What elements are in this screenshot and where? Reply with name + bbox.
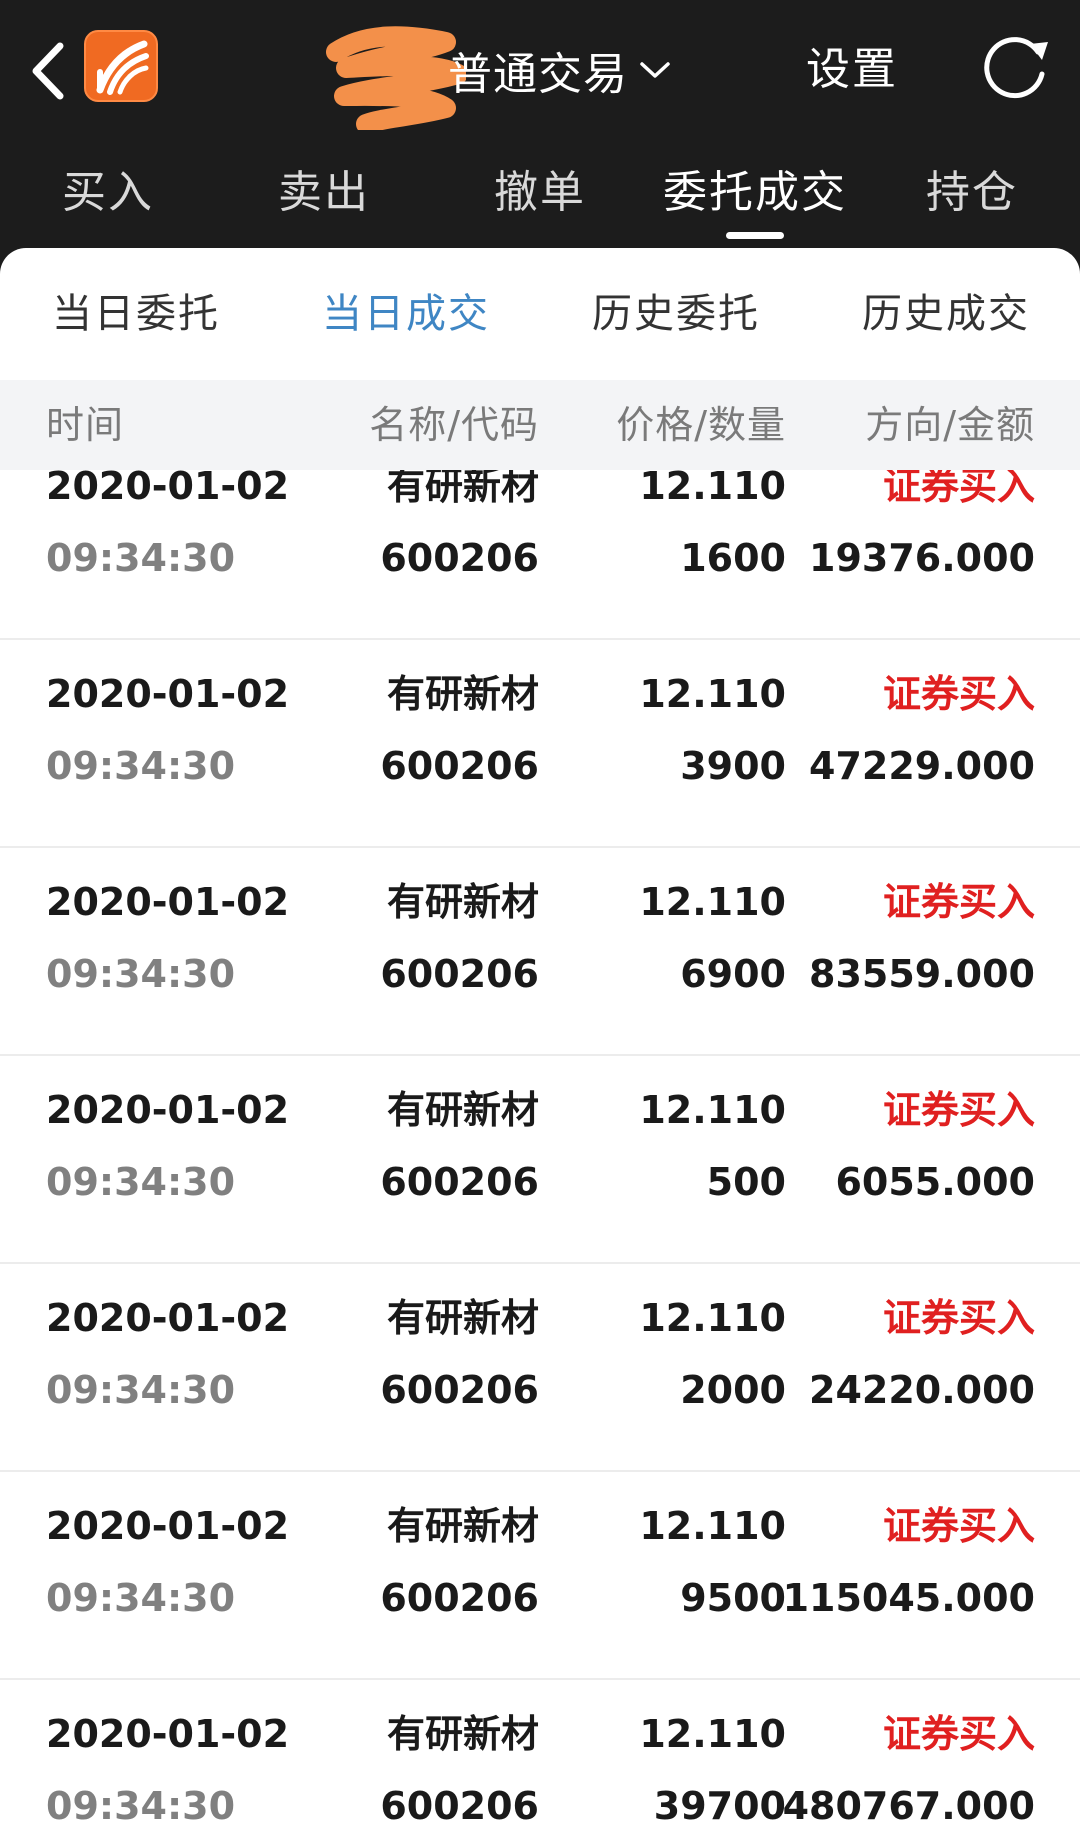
trade-price: 12.110 bbox=[639, 1712, 786, 1756]
tab-sell[interactable]: 卖出 bbox=[224, 150, 424, 236]
trade-amount: 24220.000 bbox=[809, 1368, 1035, 1412]
top-bar: 普通交易 设置 bbox=[0, 0, 1080, 140]
trade-direction: 证券买入 bbox=[882, 1712, 1035, 1756]
trade-quantity: 1600 bbox=[680, 536, 786, 580]
trade-direction: 证券买入 bbox=[882, 1088, 1035, 1132]
subtab-history-orders[interactable]: 历史委托 bbox=[592, 248, 760, 380]
trade-direction: 证券买入 bbox=[882, 470, 1035, 508]
column-header-name-code: 名称/代码 bbox=[369, 403, 539, 447]
stock-name: 有研新材 bbox=[386, 1504, 539, 1548]
stock-code: 600206 bbox=[380, 952, 539, 996]
stock-code: 600206 bbox=[380, 1784, 539, 1828]
trade-list[interactable]: 2020-01-02 09:34:30 有研新材 600206 12.110 1600 证券… bbox=[0, 470, 1080, 1847]
page-title: 普通交易 bbox=[448, 49, 628, 100]
stock-code: 600206 bbox=[380, 536, 539, 580]
trade-direction: 证券买入 bbox=[882, 1504, 1035, 1548]
trade-time: 09:34:30 bbox=[46, 1576, 236, 1620]
stock-name: 有研新材 bbox=[386, 1712, 539, 1756]
trade-amount: 480767.000 bbox=[782, 1784, 1035, 1828]
table-row[interactable]: 2020-01-02 09:34:30 有研新材 600206 12.110 2000 证券… bbox=[0, 1264, 1080, 1472]
trade-time: 09:34:30 bbox=[46, 744, 236, 788]
stock-code: 600206 bbox=[380, 744, 539, 788]
stock-name: 有研新材 bbox=[386, 1296, 539, 1340]
stock-name: 有研新材 bbox=[386, 880, 539, 924]
table-header: 时间 名称/代码 价格/数量 方向/金额 bbox=[0, 380, 1080, 470]
trade-direction: 证券买入 bbox=[882, 880, 1035, 924]
refresh-icon[interactable] bbox=[978, 30, 1052, 104]
tab-buy[interactable]: 买入 bbox=[8, 150, 208, 236]
trade-time: 09:34:30 bbox=[46, 1784, 236, 1828]
trade-direction: 证券买入 bbox=[882, 672, 1035, 716]
trade-list-inner: 2020-01-02 09:34:30 有研新材 600206 12.110 1600 证券… bbox=[0, 470, 1080, 1847]
table-row[interactable]: 2020-01-02 09:34:30 有研新材 600206 12.110 3900 证券… bbox=[0, 640, 1080, 848]
tab-cancel-order[interactable]: 撤单 bbox=[440, 150, 640, 236]
stock-code: 600206 bbox=[380, 1368, 539, 1412]
table-row[interactable]: 2020-01-02 09:34:30 有研新材 600206 12.110 500 证券买… bbox=[0, 1056, 1080, 1264]
trade-quantity: 3900 bbox=[680, 744, 786, 788]
column-header-price-qty: 价格/数量 bbox=[616, 403, 786, 447]
trade-quantity: 39700 bbox=[653, 1784, 786, 1828]
chevron-down-icon bbox=[640, 62, 670, 78]
trade-amount: 115045.000 bbox=[782, 1576, 1035, 1620]
main-tabs: 买入 卖出 撤单 委托成交 持仓 bbox=[0, 150, 1080, 240]
sub-tabs: 当日委托 当日成交 历史委托 历史成交 bbox=[0, 248, 1080, 380]
trade-date: 2020-01-02 bbox=[46, 880, 290, 924]
trade-date: 2020-01-02 bbox=[46, 1712, 290, 1756]
trade-amount: 6055.000 bbox=[835, 1160, 1035, 1204]
trade-date: 2020-01-02 bbox=[46, 672, 290, 716]
trade-price: 12.110 bbox=[639, 1504, 786, 1548]
table-row[interactable]: 2020-01-02 09:34:30 有研新材 600206 12.110 39700 证… bbox=[0, 1680, 1080, 1847]
trade-quantity: 2000 bbox=[680, 1368, 786, 1412]
trade-date: 2020-01-02 bbox=[46, 470, 290, 508]
trade-time: 09:34:30 bbox=[46, 536, 236, 580]
trade-quantity: 9500 bbox=[680, 1576, 786, 1620]
trade-price: 12.110 bbox=[639, 880, 786, 924]
stock-code: 600206 bbox=[380, 1576, 539, 1620]
trade-amount: 83559.000 bbox=[809, 952, 1035, 996]
stock-name: 有研新材 bbox=[386, 672, 539, 716]
column-header-time: 时间 bbox=[46, 403, 125, 447]
trade-price: 12.110 bbox=[639, 672, 786, 716]
table-row[interactable]: 2020-01-02 09:34:30 有研新材 600206 12.110 9500 证券… bbox=[0, 1472, 1080, 1680]
active-tab-indicator bbox=[726, 232, 784, 239]
trade-quantity: 6900 bbox=[680, 952, 786, 996]
table-row[interactable]: 2020-01-02 09:34:30 有研新材 600206 12.110 6900 证券… bbox=[0, 848, 1080, 1056]
tab-orders-trades[interactable]: 委托成交 bbox=[655, 150, 855, 236]
trade-price: 12.110 bbox=[639, 470, 786, 508]
trade-direction: 证券买入 bbox=[882, 1296, 1035, 1340]
subtab-today-trades[interactable]: 当日成交 bbox=[322, 248, 490, 380]
trade-price: 12.110 bbox=[639, 1296, 786, 1340]
trade-time: 09:34:30 bbox=[46, 1160, 236, 1204]
redacted-account-scribble bbox=[326, 26, 466, 130]
settings-button[interactable]: 设置 bbox=[806, 38, 898, 102]
trade-time: 09:34:30 bbox=[46, 1368, 236, 1412]
account-type-selector[interactable]: 普通交易 bbox=[448, 38, 672, 102]
content-panel: 当日委托 当日成交 历史委托 历史成交 时间 名称/代码 价格/数量 方向/金额… bbox=[0, 248, 1080, 1847]
trade-amount: 47229.000 bbox=[809, 744, 1035, 788]
stock-name: 有研新材 bbox=[386, 1088, 539, 1132]
trade-date: 2020-01-02 bbox=[46, 1504, 290, 1548]
stock-name: 有研新材 bbox=[386, 470, 539, 508]
back-arrow-icon[interactable] bbox=[26, 40, 70, 102]
trade-quantity: 500 bbox=[706, 1160, 786, 1204]
column-header-direction-amount: 方向/金额 bbox=[865, 403, 1035, 447]
stock-code: 600206 bbox=[380, 1160, 539, 1204]
subtab-today-orders[interactable]: 当日委托 bbox=[52, 248, 220, 380]
trade-time: 09:34:30 bbox=[46, 952, 236, 996]
trade-amount: 19376.000 bbox=[809, 536, 1035, 580]
subtab-history-trades[interactable]: 历史成交 bbox=[862, 248, 1030, 380]
tab-positions[interactable]: 持仓 bbox=[872, 150, 1072, 236]
app-logo-icon[interactable] bbox=[84, 30, 158, 102]
trade-date: 2020-01-02 bbox=[46, 1296, 290, 1340]
trade-price: 12.110 bbox=[639, 1088, 786, 1132]
trade-date: 2020-01-02 bbox=[46, 1088, 290, 1132]
table-row[interactable]: 2020-01-02 09:34:30 有研新材 600206 12.110 1600 证券… bbox=[0, 470, 1080, 640]
